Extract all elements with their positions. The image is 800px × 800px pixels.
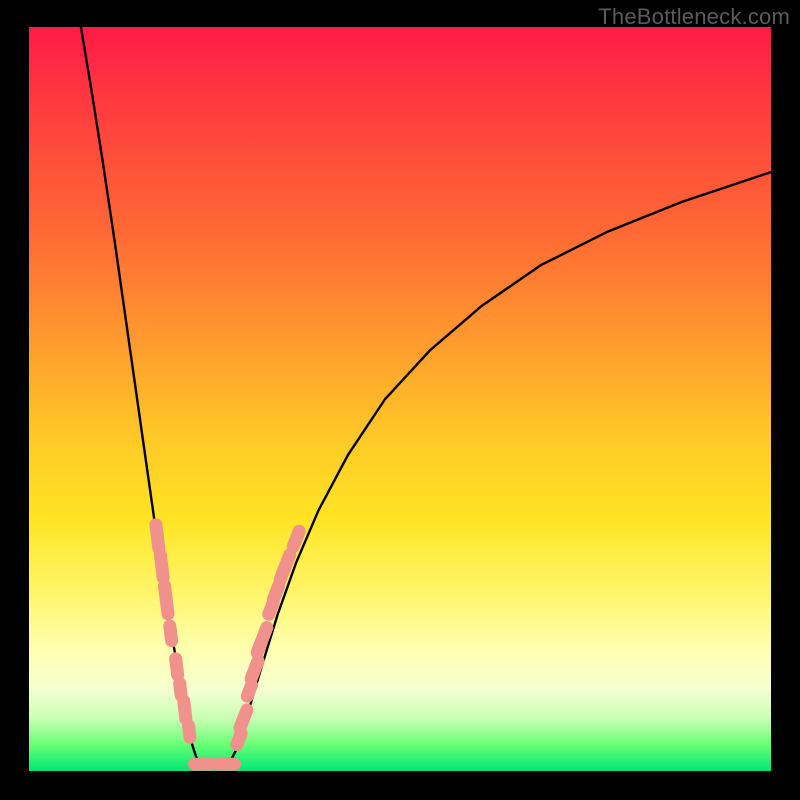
outer-frame: TheBottleneck.com <box>0 0 800 800</box>
watermark-text: TheBottleneck.com <box>598 4 790 30</box>
plot-area <box>29 27 771 771</box>
curve-marker <box>181 718 197 744</box>
curve-marker <box>285 523 308 555</box>
curve-marker <box>163 619 179 648</box>
curve-marker <box>249 619 275 661</box>
curve-marker <box>212 758 241 771</box>
curve-left-branch <box>81 27 200 764</box>
curve-group <box>81 27 771 768</box>
curve-right-branch <box>229 172 771 763</box>
curve-marker <box>157 579 175 622</box>
curve-layer <box>29 27 771 771</box>
curve-marker <box>232 701 256 736</box>
marker-group <box>149 518 308 771</box>
curve-marker <box>153 548 170 585</box>
